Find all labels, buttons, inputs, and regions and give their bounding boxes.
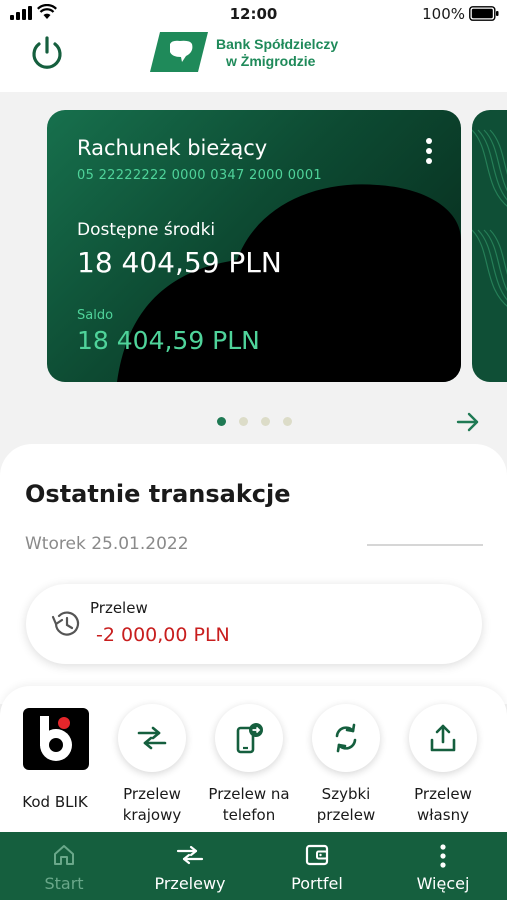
quick-transfer-button[interactable]: Szybki przelew — [296, 704, 396, 826]
refresh-icon — [335, 723, 357, 753]
power-logout-button[interactable] — [28, 34, 66, 72]
nav-wallet[interactable]: Portfel — [267, 832, 367, 900]
action-label-line: Przelew na — [208, 785, 290, 803]
action-label: Szybki przelew — [296, 784, 396, 826]
nav-start[interactable]: Start — [14, 832, 114, 900]
transaction-type: Przelew — [90, 599, 148, 617]
more-icon — [440, 844, 446, 868]
nav-more[interactable]: Więcej — [393, 832, 493, 900]
arrows-exchange-icon — [137, 726, 167, 750]
upload-icon — [430, 724, 456, 752]
action-circle — [409, 704, 477, 772]
transaction-amount: -2 000,00 PLN — [96, 624, 230, 646]
action-label-line: własny — [417, 806, 469, 824]
action-label: Przelew własny — [393, 784, 493, 826]
action-circle — [312, 704, 380, 772]
nav-transfers[interactable]: Przelewy — [140, 832, 240, 900]
next-account-card-peek[interactable] — [472, 110, 507, 382]
card-pattern — [472, 129, 507, 307]
carousel-dot[interactable] — [283, 417, 292, 426]
status-bar: 12:00 100% — [0, 0, 507, 28]
blik-logo-icon — [40, 716, 72, 761]
account-title: Rachunek bieżący — [77, 136, 268, 160]
nav-label: Więcej — [416, 874, 470, 893]
own-transfer-button[interactable]: Przelew własny — [393, 704, 493, 826]
blik-code-button[interactable] — [23, 708, 89, 770]
action-label-line: przelew — [316, 806, 376, 824]
bottom-navigation: Start Przelewy Portfel Więcej — [0, 832, 507, 900]
action-label-line: krajowy — [122, 806, 182, 824]
nav-label: Przelewy — [154, 874, 226, 893]
transaction-item[interactable]: Przelew -2 000,00 PLN — [26, 584, 482, 664]
action-label-line: Przelew — [414, 785, 472, 803]
home-icon — [54, 845, 74, 865]
card-menu-icon[interactable] — [425, 138, 433, 164]
bank-name-line2: w Żmigrodzie — [226, 53, 316, 69]
bank-logo-icon — [150, 32, 208, 72]
bank-name-line1: Bank Spółdzielczy — [216, 36, 339, 52]
transfers-icon — [176, 845, 204, 865]
transaction-date: Wtorek 25.01.2022 — [25, 534, 189, 554]
blik-label: Kod BLIK — [22, 793, 88, 811]
arrow-right-icon[interactable] — [456, 411, 480, 433]
action-label-line: telefon — [222, 806, 276, 824]
phone-transfer-icon — [236, 723, 263, 754]
balance-label: Saldo — [77, 308, 114, 323]
carousel-dot[interactable] — [239, 417, 248, 426]
carousel-dot[interactable] — [261, 417, 270, 426]
battery-percent: 100% — [422, 5, 465, 23]
section-title: Ostatnie transakcje — [25, 480, 291, 508]
account-number: 05 22222222 0000 0347 2000 0001 — [77, 168, 323, 183]
phone-transfer-button[interactable]: Przelew na telefon — [199, 704, 299, 826]
history-clock-icon — [51, 611, 80, 636]
battery-icon — [469, 6, 499, 21]
nav-label: Portfel — [291, 874, 343, 893]
carousel-dot-active[interactable] — [217, 417, 226, 426]
recent-transactions-panel: Ostatnie transakcje Wtorek 25.01.2022 Pr… — [0, 444, 507, 704]
domestic-transfer-button[interactable]: Przelew krajowy — [102, 704, 202, 826]
action-circle — [215, 704, 283, 772]
available-funds-amount: 18 404,59 PLN — [77, 246, 282, 279]
action-label-line: Szybki — [321, 785, 371, 803]
action-label: Przelew na telefon — [199, 784, 299, 826]
action-label-line: Przelew — [123, 785, 181, 803]
divider — [367, 544, 483, 546]
app-header: Bank Spółdzielczy w Żmigrodzie — [0, 28, 507, 92]
bank-name: Bank Spółdzielczy w Żmigrodzie — [216, 36, 338, 70]
account-card[interactable]: Rachunek bieżący 05 22222222 0000 0347 2… — [47, 110, 461, 382]
nav-label: Start — [44, 874, 84, 893]
quick-actions-bar: Kod BLIK Przelew krajowy Przelew na tele… — [0, 686, 507, 832]
available-funds-label: Dostępne środki — [77, 220, 216, 240]
wallet-icon — [305, 844, 329, 866]
action-label: Przelew krajowy — [102, 784, 202, 826]
balance-amount: 18 404,59 PLN — [77, 326, 260, 355]
action-circle — [118, 704, 186, 772]
